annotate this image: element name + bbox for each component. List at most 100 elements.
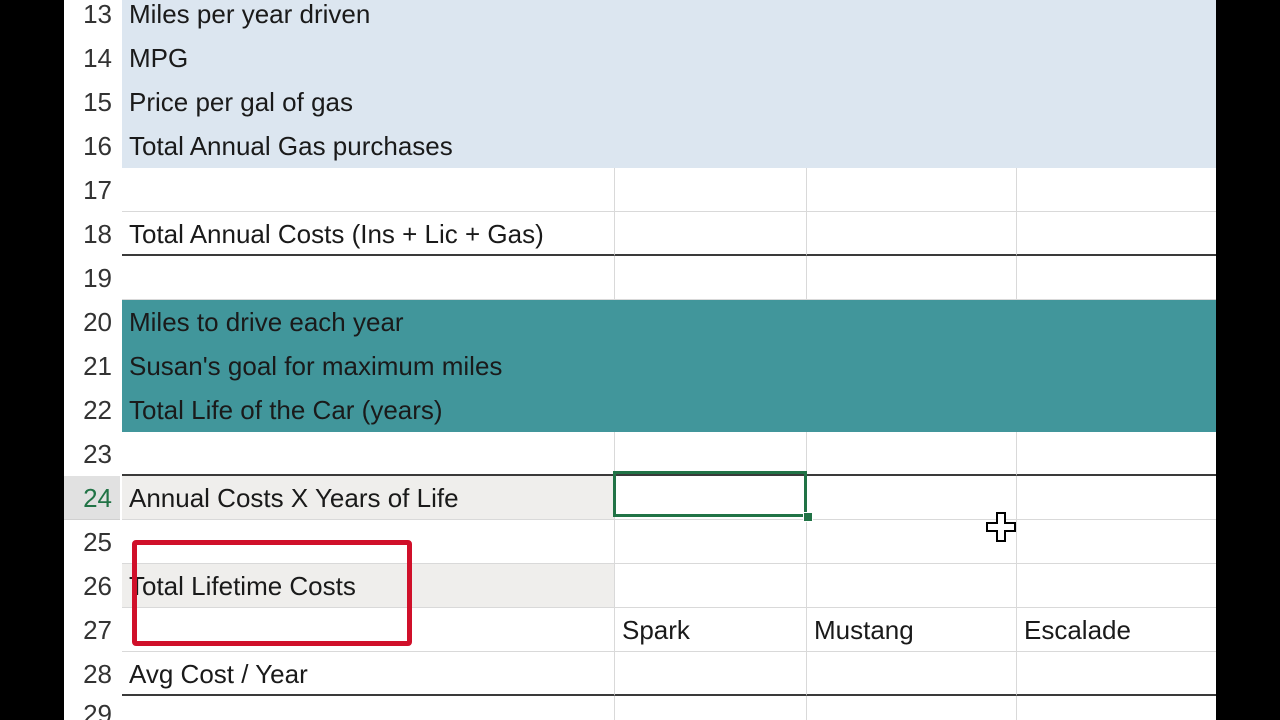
row-23: 23 [64,432,1216,476]
row-header-17[interactable]: 17 [64,168,120,212]
row-header-18[interactable]: 18 [64,212,120,256]
cell-c14[interactable] [807,36,1017,80]
cell-label: Susan's goal for maximum miles [129,351,503,381]
column-header-mustang: Mustang [814,615,914,645]
spreadsheet-grid: 13 Miles per year driven 14 MPG 15 Price… [64,0,1216,720]
move-cursor-icon [986,512,1016,542]
cell-c19[interactable] [807,256,1017,300]
cell-a21[interactable]: Susan's goal for maximum miles [122,344,615,388]
cell-d26[interactable] [1017,564,1216,608]
cell-label: Miles per year driven [129,0,371,29]
cell-label [122,256,614,300]
row-header-16[interactable]: 16 [64,124,120,168]
cell-b17[interactable] [615,168,807,212]
cell-d20[interactable] [1017,300,1216,344]
cell-d18[interactable] [1017,212,1216,256]
cell-c27[interactable]: Mustang [807,608,1017,652]
cell-b25[interactable] [615,520,807,564]
row-header-28[interactable]: 28 [64,652,120,696]
row-header-26[interactable]: 26 [64,564,120,608]
cell-c28[interactable] [807,652,1017,696]
cell-b27[interactable]: Spark [615,608,807,652]
cell-b18[interactable] [615,212,807,256]
cell-a19[interactable] [122,256,615,300]
active-cell-selection[interactable] [613,471,807,517]
cell-a23[interactable] [122,432,615,476]
cell-c21[interactable] [807,344,1017,388]
cell-a18[interactable]: Total Annual Costs (Ins + Lic + Gas) [122,212,615,256]
cell-b19[interactable] [615,256,807,300]
cell-d19[interactable] [1017,256,1216,300]
cell-c16[interactable] [807,124,1017,168]
cell-b21[interactable] [615,344,807,388]
cell-d28[interactable] [1017,652,1216,696]
row-header-22[interactable]: 22 [64,388,120,432]
column-header-escalade: Escalade [1024,615,1131,645]
row-22: 22 Total Life of the Car (years) [64,388,1216,432]
cell-a20[interactable]: Miles to drive each year [122,300,615,344]
row-header-14[interactable]: 14 [64,36,120,80]
cell-a13[interactable]: Miles per year driven [122,0,615,36]
cell-d21[interactable] [1017,344,1216,388]
cell-b28[interactable] [615,652,807,696]
cell-c13[interactable] [807,0,1017,36]
cell-label: Total Annual Gas purchases [129,131,453,161]
row-header-23[interactable]: 23 [64,432,120,476]
cell-d17[interactable] [1017,168,1216,212]
cell-label: Miles to drive each year [129,307,404,337]
cell-a24[interactable]: Annual Costs X Years of Life [122,476,615,520]
cell-b26[interactable] [615,564,807,608]
cell-a28[interactable]: Avg Cost / Year [122,652,615,696]
row-header-19[interactable]: 19 [64,256,120,300]
cell-label: MPG [129,43,189,73]
row-header-13[interactable]: 13 [64,0,120,36]
cell-b22[interactable] [615,388,807,432]
row-header-25[interactable]: 25 [64,520,120,564]
row-15: 15 Price per gal of gas [64,80,1216,124]
cell-c26[interactable] [807,564,1017,608]
row-header-20[interactable]: 20 [64,300,120,344]
cell-label: Price per gal of gas [129,87,354,117]
cell-d13[interactable] [1017,0,1216,36]
fill-handle[interactable] [803,512,813,522]
cell-c23[interactable] [807,432,1017,476]
cell-c18[interactable] [807,212,1017,256]
cell-d23[interactable] [1017,432,1216,476]
row-header-27[interactable]: 27 [64,608,120,652]
cell-a16[interactable]: Total Annual Gas purchases [122,124,615,168]
cell-b20[interactable] [615,300,807,344]
column-header-spark: Spark [622,615,690,645]
cell-a14[interactable]: MPG [122,36,615,80]
cell-d14[interactable] [1017,36,1216,80]
cell-b15[interactable] [615,80,807,124]
cell-label [122,696,614,720]
cell-d24[interactable] [1017,476,1216,520]
row-header-21[interactable]: 21 [64,344,120,388]
row-header-24[interactable]: 24 [64,476,120,520]
cell-b23[interactable] [615,432,807,476]
cell-a15[interactable]: Price per gal of gas [122,80,615,124]
row-header-29[interactable]: 29 [64,696,120,720]
cell-a22[interactable]: Total Life of the Car (years) [122,388,615,432]
cell-c17[interactable] [807,168,1017,212]
row-header-15[interactable]: 15 [64,80,120,124]
annotation-highlight-box [132,540,412,646]
cell-c22[interactable] [807,388,1017,432]
cell-d25[interactable] [1017,520,1216,564]
cell-b14[interactable] [615,36,807,80]
row-17: 17 [64,168,1216,212]
cell-d15[interactable] [1017,80,1216,124]
cell-d29[interactable] [1017,696,1216,720]
cell-a17[interactable] [122,168,615,212]
cell-c20[interactable] [807,300,1017,344]
cell-a29[interactable] [122,696,615,720]
cell-b13[interactable] [615,0,807,36]
cell-b29[interactable] [615,696,807,720]
cell-d22[interactable] [1017,388,1216,432]
cell-d27[interactable]: Escalade [1017,608,1216,652]
cell-d16[interactable] [1017,124,1216,168]
cell-c29[interactable] [807,696,1017,720]
cell-b16[interactable] [615,124,807,168]
cell-c15[interactable] [807,80,1017,124]
row-28: 28 Avg Cost / Year [64,652,1216,696]
